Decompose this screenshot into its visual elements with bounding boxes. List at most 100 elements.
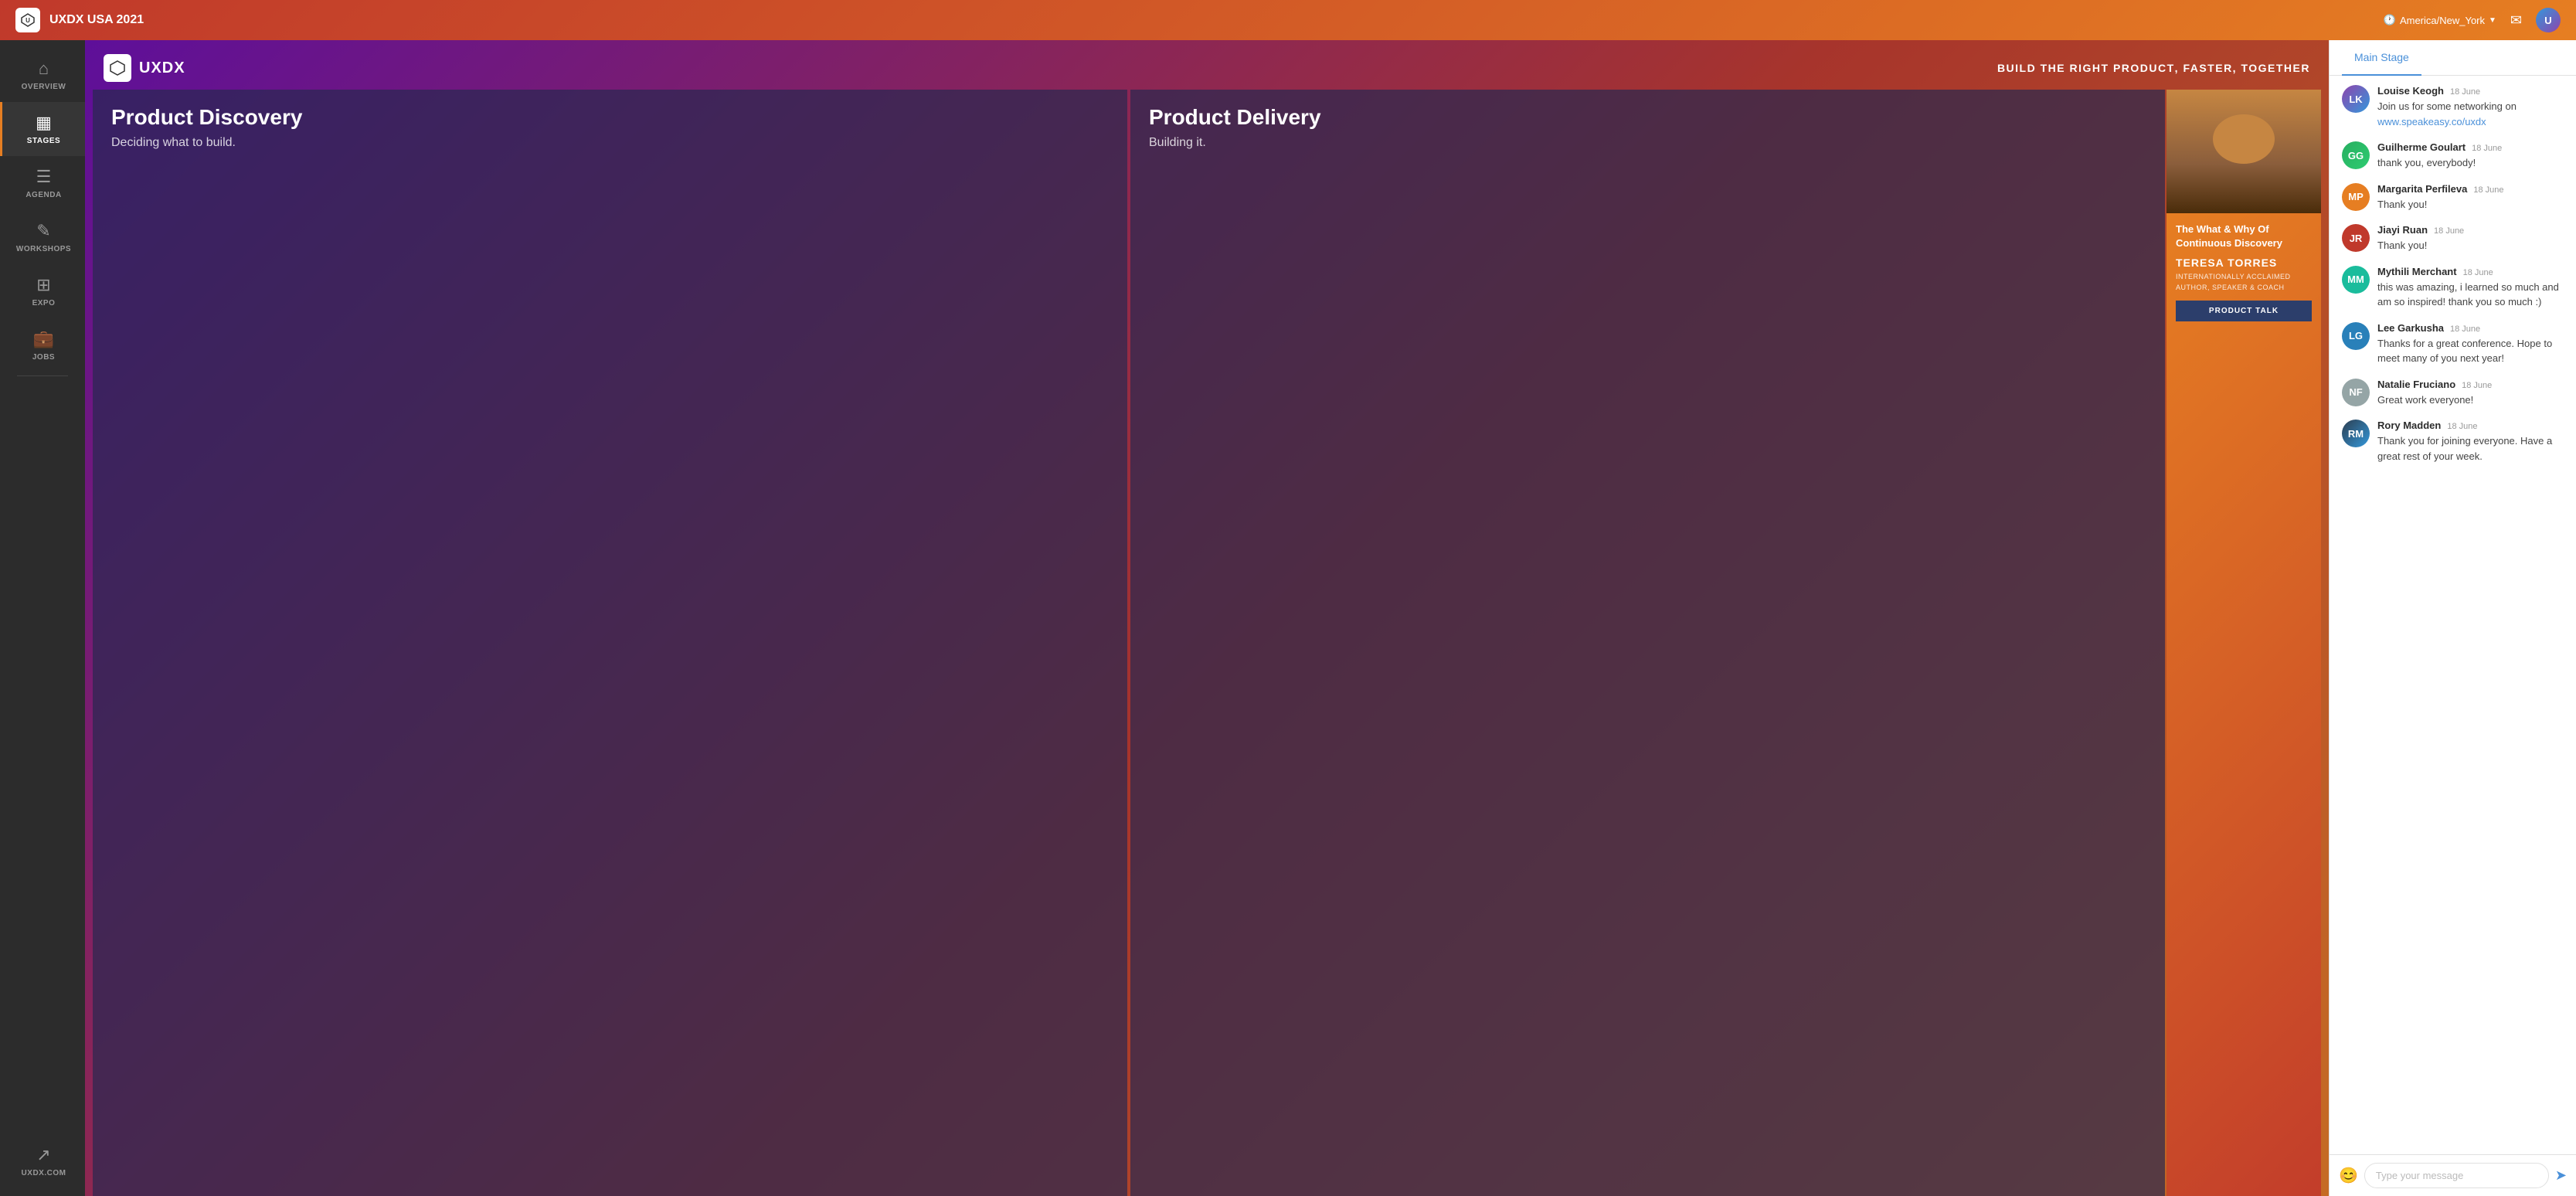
product-discovery-title: Product Discovery	[111, 105, 1109, 130]
timezone-label: America/New_York	[2400, 15, 2485, 26]
chat-body: Mythili Merchant 18 June this was amazin…	[2377, 266, 2564, 310]
mail-icon[interactable]: ✉	[2510, 12, 2522, 29]
video-body: Product Discovery Deciding what to build…	[85, 90, 2329, 1196]
chat-text: Join us for some networking on www.speak…	[2377, 100, 2517, 127]
chat-date: 18 June	[2463, 268, 2493, 277]
chat-date: 18 June	[2473, 185, 2503, 195]
chat-avatar: JR	[2342, 224, 2370, 252]
send-button[interactable]: ➤	[2555, 1167, 2567, 1184]
chat-name: Natalie Fruciano	[2377, 379, 2455, 390]
sidebar-item-expo[interactable]: ⊞ EXPO	[0, 264, 85, 318]
video-frame[interactable]: UXDX BUILD THE RIGHT PRODUCT, FASTER, TO…	[85, 40, 2329, 1196]
video-logo-area: UXDX	[104, 54, 185, 82]
sidebar-item-stages[interactable]: ▦ STAGES	[0, 102, 85, 156]
product-discovery-subtitle: Deciding what to build.	[111, 136, 1109, 150]
chat-panel: Main Stage LK Louise Keogh 18 June Join …	[2329, 40, 2576, 1196]
video-logo-name: UXDX	[139, 59, 185, 77]
video-right: The What & Why Of Continuous Discovery T…	[2166, 90, 2321, 1196]
sidebar-label-jobs: JOBS	[32, 353, 55, 362]
chat-header-row: Guilherme Goulart 18 June	[2377, 141, 2564, 153]
chat-text: Great work everyone!	[2377, 394, 2473, 406]
sidebar-item-overview[interactable]: ⌂ OVERVIEW	[0, 48, 85, 102]
chat-text: Thank you!	[2377, 199, 2427, 210]
sidebar-label-uxdxcom: UXDX.COM	[22, 1169, 66, 1177]
video-header: UXDX BUILD THE RIGHT PRODUCT, FASTER, TO…	[85, 40, 2329, 90]
chat-avatar: NF	[2342, 379, 2370, 406]
chat-text-container: Thank you for joining everyone. Have a g…	[2377, 433, 2564, 464]
overview-icon: ⌂	[39, 59, 49, 79]
sidebar-item-uxdxcom[interactable]: ↗ UXDX.COM	[0, 1134, 85, 1188]
user-avatar[interactable]: U	[2536, 8, 2561, 32]
expo-icon: ⊞	[36, 275, 50, 295]
jobs-icon: 💼	[33, 329, 54, 349]
product-talk-button[interactable]: PRODUCT TALK	[2176, 301, 2312, 321]
chat-link[interactable]: www.speakeasy.co/uxdx	[2377, 116, 2486, 127]
chat-avatar: RM	[2342, 420, 2370, 447]
video-left: Product Discovery Deciding what to build…	[85, 90, 2166, 1196]
chat-text-container: Great work everyone!	[2377, 392, 2564, 408]
chat-message: MM Mythili Merchant 18 June this was ama…	[2342, 266, 2564, 310]
chat-header-row: Rory Madden 18 June	[2377, 420, 2564, 431]
chat-message: JR Jiayi Ruan 18 June Thank you!	[2342, 224, 2564, 253]
sidebar-item-jobs[interactable]: 💼 JOBS	[0, 318, 85, 372]
chat-tabs: Main Stage	[2330, 40, 2576, 76]
chat-body: Margarita Perfileva 18 June Thank you!	[2377, 183, 2564, 212]
chat-body: Natalie Fruciano 18 June Great work ever…	[2377, 379, 2564, 408]
sidebar-label-overview: OVERVIEW	[22, 83, 66, 91]
chat-text-container: thank you, everybody!	[2377, 155, 2564, 171]
speaker-name: TERESA TORRES	[2176, 257, 2312, 269]
chat-messages: LK Louise Keogh 18 June Join us for some…	[2330, 76, 2576, 1154]
chat-text: Thank you!	[2377, 240, 2427, 251]
sidebar-label-workshops: WORKSHOPS	[16, 245, 71, 253]
chat-name: Lee Garkusha	[2377, 322, 2444, 334]
chat-message: RM Rory Madden 18 June Thank you for joi…	[2342, 420, 2564, 464]
chat-avatar: MP	[2342, 183, 2370, 211]
stages-icon: ▦	[36, 113, 52, 133]
chat-text: Thanks for a great conference. Hope to m…	[2377, 338, 2552, 365]
chat-date: 18 June	[2462, 381, 2492, 390]
svg-text:U: U	[25, 17, 30, 24]
sidebar-label-stages: STAGES	[27, 137, 60, 145]
video-tagline: BUILD THE RIGHT PRODUCT, FASTER, TOGETHE…	[1997, 62, 2310, 74]
speaker-info: The What & Why Of Continuous Discovery T…	[2166, 213, 2321, 1196]
speaker-bio: INTERNATIONALLY ACCLAIMEDAUTHOR, SPEAKER…	[2176, 272, 2312, 293]
workshops-icon: ✎	[36, 221, 50, 241]
chat-date: 18 June	[2447, 422, 2477, 431]
product-delivery-subtitle: Building it.	[1149, 136, 2146, 150]
sidebar-label-expo: EXPO	[32, 299, 56, 307]
sidebar-item-workshops[interactable]: ✎ WORKSHOPS	[0, 210, 85, 264]
chat-avatar: LG	[2342, 322, 2370, 350]
chat-input[interactable]	[2364, 1163, 2549, 1188]
clock-icon: 🕐	[2384, 14, 2396, 26]
tab-main-stage[interactable]: Main Stage	[2342, 40, 2421, 76]
chat-input-area: 😊 ➤	[2330, 1154, 2576, 1196]
chat-text-container: this was amazing, i learned so much and …	[2377, 280, 2564, 310]
chat-header-row: Jiayi Ruan 18 June	[2377, 224, 2564, 236]
chat-message: LG Lee Garkusha 18 June Thanks for a gre…	[2342, 322, 2564, 366]
emoji-button[interactable]: 😊	[2339, 1166, 2358, 1185]
chat-body: Rory Madden 18 June Thank you for joinin…	[2377, 420, 2564, 464]
chat-text-container: Thanks for a great conference. Hope to m…	[2377, 336, 2564, 366]
chat-body: Lee Garkusha 18 June Thanks for a great …	[2377, 322, 2564, 366]
timezone-selector[interactable]: 🕐 America/New_York ▼	[2384, 14, 2496, 26]
sidebar-item-agenda[interactable]: ☰ AGENDA	[0, 156, 85, 210]
chat-body: Guilherme Goulart 18 June thank you, eve…	[2377, 141, 2564, 171]
chat-text: thank you, everybody!	[2377, 157, 2476, 168]
main-layout: ⌂ OVERVIEW ▦ STAGES ☰ AGENDA ✎ WORKSHOPS…	[0, 40, 2576, 1196]
chat-header-row: Mythili Merchant 18 June	[2377, 266, 2564, 277]
chat-date: 18 June	[2472, 144, 2502, 153]
chat-header-row: Natalie Fruciano 18 June	[2377, 379, 2564, 390]
sidebar-divider	[17, 375, 68, 376]
chat-text: this was amazing, i learned so much and …	[2377, 281, 2559, 308]
chat-header-row: Louise Keogh 18 June	[2377, 85, 2564, 97]
chevron-down-icon: ▼	[2489, 16, 2496, 25]
chat-name: Jiayi Ruan	[2377, 224, 2428, 236]
video-overlay: UXDX BUILD THE RIGHT PRODUCT, FASTER, TO…	[85, 40, 2329, 1196]
chat-text-container: Join us for some networking on www.speak…	[2377, 99, 2564, 129]
chat-avatar: MM	[2342, 266, 2370, 294]
chat-message: NF Natalie Fruciano 18 June Great work e…	[2342, 379, 2564, 408]
chat-name: Louise Keogh	[2377, 85, 2444, 97]
speaker-silhouette	[2166, 90, 2321, 213]
video-logo-box	[104, 54, 131, 82]
nav-title: UXDX USA 2021	[49, 13, 144, 27]
